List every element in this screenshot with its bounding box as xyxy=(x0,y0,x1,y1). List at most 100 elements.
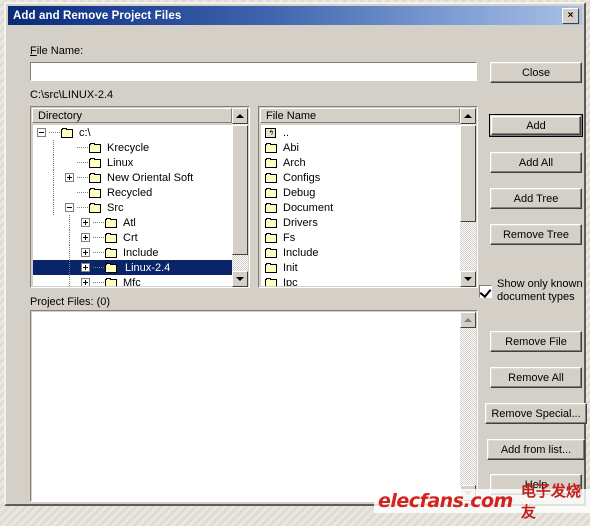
show-only-known-types-label: Show only known document types xyxy=(497,278,583,303)
tree-guide-dash xyxy=(49,132,60,133)
folder-icon xyxy=(88,142,103,154)
remove-file-button[interactable]: Remove File xyxy=(490,331,582,352)
folder-icon xyxy=(104,262,119,274)
add-all-button[interactable]: Add All xyxy=(490,152,582,173)
project-files-pane xyxy=(30,310,478,502)
expand-plus-icon[interactable] xyxy=(65,173,74,182)
window-title: Add and Remove Project Files xyxy=(13,9,182,22)
arrow-up-icon xyxy=(236,114,244,118)
directory-scroll-down-button[interactable] xyxy=(232,271,248,287)
directory-tree-item[interactable]: Linux xyxy=(33,155,232,170)
arrow-up-icon xyxy=(464,114,472,118)
file-list-item[interactable]: Document xyxy=(261,200,460,215)
folder-icon xyxy=(88,172,103,184)
current-path-text: C:\src\LINUX-2.4 xyxy=(30,89,114,101)
directory-item-label: Atl xyxy=(123,216,136,229)
filename-input[interactable] xyxy=(29,61,478,82)
directory-item-label: c:\ xyxy=(79,126,91,139)
directory-item-label: Mfc xyxy=(123,276,141,287)
filelist-scroll-up-button[interactable] xyxy=(460,108,476,124)
project-files-list[interactable] xyxy=(32,312,460,501)
filename-pane-header: File Name xyxy=(260,108,460,123)
filename-pane: File Name ↰.. Abi Arch Configs Debug Document… xyxy=(258,106,478,288)
directory-tree-item[interactable]: Crt xyxy=(33,230,232,245)
directory-tree-item[interactable]: Recycled xyxy=(33,185,232,200)
directory-tree-item[interactable]: Src xyxy=(33,200,232,215)
directory-item-label: Linux xyxy=(107,156,134,169)
add-button[interactable]: Add xyxy=(489,114,583,137)
remove-all-button[interactable]: Remove All xyxy=(490,367,582,388)
file-list-item[interactable]: Fs xyxy=(261,230,460,245)
remove-file-label: Remove File xyxy=(505,335,567,348)
watermark-chinese: 电子发烧友 xyxy=(520,482,581,521)
remove-tree-button[interactable]: Remove Tree xyxy=(490,224,582,245)
filelist-scroll-down-button[interactable] xyxy=(460,271,476,287)
filelist-scroll-thumb[interactable] xyxy=(460,125,476,222)
add-from-list-label: Add from list... xyxy=(500,443,572,456)
directory-pane: Directory c:\ Krecycle Linux New Oriental S… xyxy=(30,106,250,288)
arrow-down-icon xyxy=(464,277,472,281)
directory-item-label: Include xyxy=(123,246,159,259)
file-list[interactable]: ↰.. Abi Arch Configs Debug Document Drivers Fs I… xyxy=(261,125,460,286)
add-button-inner: Add xyxy=(491,116,581,135)
expand-plus-icon[interactable] xyxy=(81,263,90,272)
file-list-item[interactable]: Init xyxy=(261,260,460,275)
expand-plus-icon[interactable] xyxy=(81,278,90,286)
folder-icon xyxy=(264,202,279,214)
file-list-item[interactable]: Abi xyxy=(261,140,460,155)
title-bar[interactable]: Add and Remove Project Files × xyxy=(8,6,582,25)
check-icon xyxy=(479,285,492,299)
file-list-item[interactable]: Configs xyxy=(261,170,460,185)
collapse-minus-icon[interactable] xyxy=(37,128,46,137)
add-tree-button[interactable]: Add Tree xyxy=(490,188,582,209)
directory-tree-item[interactable]: Include xyxy=(33,245,232,260)
show-only-known-types-checkbox[interactable] xyxy=(479,285,492,299)
file-item-label: Fs xyxy=(283,231,296,244)
directory-scroll-thumb[interactable] xyxy=(232,125,248,255)
file-list-item[interactable]: Debug xyxy=(261,185,460,200)
tree-guide-dash xyxy=(77,177,88,178)
file-item-label: Document xyxy=(283,201,334,214)
file-list-item[interactable]: Arch xyxy=(261,155,460,170)
expand-plus-icon[interactable] xyxy=(81,248,90,257)
directory-tree-item[interactable]: Atl xyxy=(33,215,232,230)
directory-pane-header: Directory xyxy=(32,108,232,123)
directory-item-label: Crt xyxy=(123,231,138,244)
close-icon[interactable]: × xyxy=(562,8,579,24)
directory-tree-item[interactable]: Linux-2.4 xyxy=(33,260,232,275)
directory-tree-item[interactable]: Mfc xyxy=(33,275,232,286)
directory-tree[interactable]: c:\ Krecycle Linux New Oriental Soft Recycle… xyxy=(33,125,232,286)
tree-guide-dash xyxy=(93,252,104,253)
tree-guide-dash xyxy=(93,267,104,268)
directory-tree-item[interactable]: New Oriental Soft xyxy=(33,170,232,185)
directory-tree-item[interactable]: Krecycle xyxy=(33,140,232,155)
add-tree-label: Add Tree xyxy=(513,192,559,205)
file-list-item[interactable]: ↰.. xyxy=(261,125,460,140)
filelist-scrollbar[interactable] xyxy=(460,108,476,287)
expand-plus-icon[interactable] xyxy=(81,233,90,242)
expand-plus-icon[interactable] xyxy=(81,218,90,227)
add-from-list-button[interactable]: Add from list... xyxy=(487,439,585,460)
folder-icon xyxy=(264,217,279,229)
remove-special-button[interactable]: Remove Special... xyxy=(485,403,587,424)
close-button-label: Close xyxy=(521,66,551,79)
folder-icon xyxy=(88,202,103,214)
file-list-item[interactable]: Drivers xyxy=(261,215,460,230)
project-scroll-track[interactable] xyxy=(460,328,476,485)
add-all-label: Add All xyxy=(518,156,554,169)
project-files-scrollbar[interactable] xyxy=(460,312,476,501)
folder-icon xyxy=(264,157,279,169)
directory-item-label: Krecycle xyxy=(107,141,150,154)
file-list-item[interactable]: Ipc xyxy=(261,275,460,286)
directory-scroll-up-button[interactable] xyxy=(232,108,248,124)
folder-icon xyxy=(88,157,103,169)
project-files-label: Project Files: (0) xyxy=(30,296,111,308)
collapse-minus-icon[interactable] xyxy=(65,203,74,212)
file-list-item[interactable]: Include xyxy=(261,245,460,260)
close-button[interactable]: Close xyxy=(490,62,582,83)
directory-scrollbar[interactable] xyxy=(232,108,248,287)
project-scroll-up-button[interactable] xyxy=(460,312,476,328)
tree-guide-line xyxy=(53,155,65,170)
directory-tree-item[interactable]: c:\ xyxy=(33,125,232,140)
tree-guide-line xyxy=(69,275,81,286)
